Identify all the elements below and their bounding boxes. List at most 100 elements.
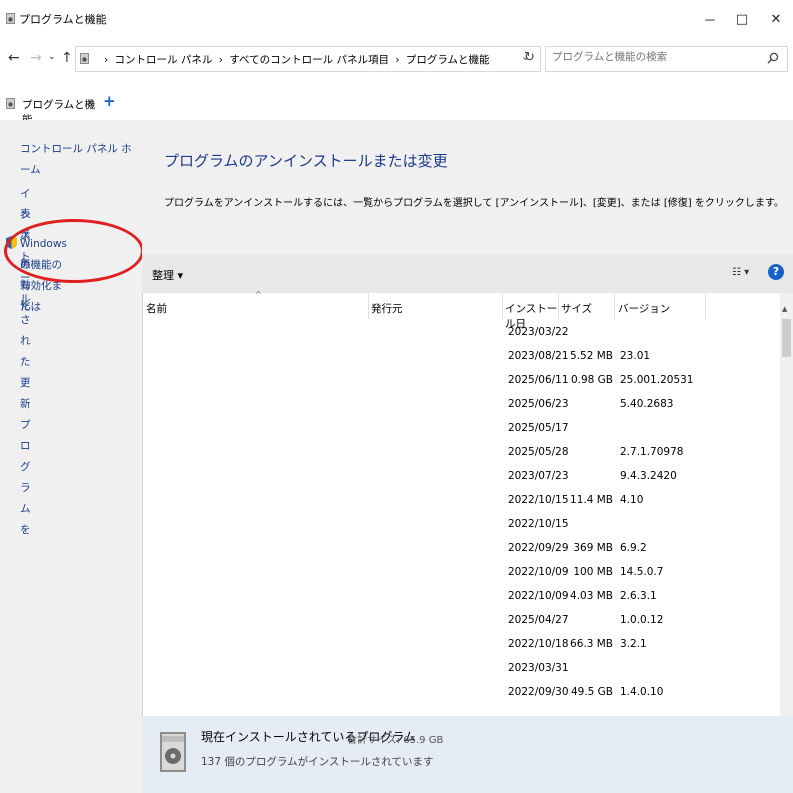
table-row[interactable]: 2022/09/30 49.5 GB 1.4.0.10 (503, 680, 708, 704)
column-header-label: バージョン (618, 303, 671, 315)
column-header-name[interactable]: ^ 名前 (146, 290, 369, 319)
table-row[interactable]: 2023/03/31 (503, 656, 708, 680)
cell-installed-date: 2025/05/17 (508, 422, 569, 434)
table-row[interactable]: 2025/06/23 5.40.2683 (503, 392, 708, 416)
tab-bar: プログラムと機能 x (0, 84, 793, 126)
help-button[interactable]: ? (768, 264, 784, 280)
column-header-label: サイズ (561, 303, 593, 315)
cell-version: 9.4.3.2420 (620, 470, 677, 482)
cell-version: 1.0.0.12 (620, 614, 664, 626)
minimize-button[interactable]: － (693, 0, 727, 38)
total-size-label: 合計サイズ: 65.9 GB (347, 735, 444, 746)
cell-size: 100 MB (573, 566, 613, 578)
programs-tab-icon (6, 98, 15, 109)
table-row[interactable]: 2022/10/18 66.3 MB 3.2.1 (503, 632, 708, 656)
scrollbar-thumb[interactable] (782, 319, 791, 357)
cell-size: 11.4 MB (570, 494, 613, 506)
breadcrumb-control-panel[interactable]: コントロール パネル (115, 54, 213, 66)
cell-installed-date: 2023/03/22 (508, 326, 569, 338)
breadcrumb-separator: › (104, 54, 109, 66)
table-row[interactable]: 2022/09/29 369 MB 6.9.2 (503, 536, 708, 560)
cell-size: 49.5 GB (570, 686, 613, 698)
cell-installed-date: 2022/09/29 (508, 542, 569, 554)
cell-version: 25.001.20531 (620, 374, 694, 386)
list-toolbar: 整理 ▾ ☷ ▾ ? (142, 255, 793, 293)
installed-programs-icon (160, 732, 186, 772)
close-button[interactable]: ✕ (759, 0, 793, 38)
cell-size: 5.52 MB (570, 350, 613, 362)
scroll-up-arrow-icon[interactable]: ▲ (782, 305, 787, 313)
cell-installed-date: 2022/10/09 (508, 566, 569, 578)
cell-version: 5.40.2683 (620, 398, 674, 410)
window-title: プログラムと機能 (19, 13, 107, 26)
page-description: プログラムをアンインストールするには、一覧からプログラムを選択して [アンインス… (164, 198, 784, 209)
cell-size: 0.98 GB (570, 374, 613, 386)
up-button[interactable]: ↑ (61, 50, 73, 66)
redacted-name-publisher-area (148, 320, 504, 716)
breadcrumb-programs[interactable]: プログラムと機能 (406, 54, 490, 66)
cell-installed-date: 2025/06/23 (508, 398, 569, 410)
cell-installed-date: 2025/06/11 (508, 374, 569, 386)
tab-close-button[interactable]: x (87, 97, 93, 108)
breadcrumb-separator: › (395, 54, 400, 66)
search-input[interactable] (552, 51, 752, 63)
table-row[interactable]: 2025/06/11 0.98 GB 25.001.20531 (503, 368, 708, 392)
cell-installed-date: 2025/05/28 (508, 446, 569, 458)
maximize-button[interactable]: □ (725, 0, 759, 38)
cell-installed-date: 2023/03/31 (508, 662, 569, 674)
cell-installed-date: 2023/07/23 (508, 470, 569, 482)
column-header-label: 名前 (146, 303, 167, 315)
sort-ascending-icon: ^ (255, 290, 262, 299)
table-row[interactable]: 2025/04/27 1.0.0.12 (503, 608, 708, 632)
cell-version: 2.7.1.70978 (620, 446, 684, 458)
sidebar-item-control-panel-home[interactable]: コントロール パネル ホーム (20, 139, 142, 181)
table-row[interactable]: 2025/05/28 2.7.1.70978 (503, 440, 708, 464)
search-icon[interactable] (767, 52, 779, 64)
refresh-button[interactable]: ↻ (524, 50, 535, 65)
cell-version: 3.2.1 (620, 638, 647, 650)
cell-installed-date: 2022/09/30 (508, 686, 569, 698)
column-header-label: 発行元 (371, 303, 403, 315)
program-list: ^ 名前 発行元 インストール日 サイズ バージョン 2023/03/22 202… (142, 290, 793, 716)
view-options-button[interactable]: ☷ ▾ (732, 267, 749, 278)
back-button[interactable]: ← (8, 50, 20, 66)
recent-locations-button[interactable]: ⌄ (48, 52, 56, 62)
new-tab-button[interactable]: + (103, 92, 116, 110)
cell-installed-date: 2023/08/21 (508, 350, 569, 362)
cell-size: 66.3 MB (570, 638, 613, 650)
main-header-area (142, 120, 793, 255)
highlight-circle-annotation (4, 219, 144, 283)
breadcrumb-separator: › (218, 54, 223, 66)
tab-programs[interactable]: プログラムと機能 x (0, 88, 98, 126)
column-header-installed-on[interactable]: インストール日 (505, 293, 559, 330)
table-row[interactable]: 2022/10/09 100 MB 14.5.0.7 (503, 560, 708, 584)
table-row[interactable]: 2023/03/22 (503, 320, 708, 344)
cell-version: 1.4.0.10 (620, 686, 664, 698)
programs-folder-icon (80, 53, 89, 64)
search-box[interactable] (545, 46, 788, 72)
cell-version: 23.01 (620, 350, 651, 362)
breadcrumb: › コントロール パネル › すべてのコントロール パネル項目 › プログラムと… (104, 52, 493, 67)
cell-size: 4.03 MB (570, 590, 613, 602)
cell-installed-date: 2022/10/15 (508, 518, 569, 530)
table-row[interactable]: 2022/10/15 (503, 512, 708, 536)
page-title: プログラムのアンインストールまたは変更 (164, 152, 448, 170)
cell-version: 14.5.0.7 (620, 566, 664, 578)
column-header-version[interactable]: バージョン (618, 293, 706, 319)
cell-version: 6.9.2 (620, 542, 647, 554)
organize-button[interactable]: 整理 ▾ (152, 267, 183, 283)
breadcrumb-all-items[interactable]: すべてのコントロール パネル項目 (229, 54, 389, 66)
table-row[interactable]: 2022/10/09 4.03 MB 2.6.3.1 (503, 584, 708, 608)
table-row[interactable]: 2022/10/15 11.4 MB 4.10 (503, 488, 708, 512)
table-row[interactable]: 2023/08/21 5.52 MB 23.01 (503, 344, 708, 368)
column-header-size[interactable]: サイズ (561, 293, 615, 319)
table-row[interactable]: 2025/05/17 (503, 416, 708, 440)
table-row[interactable]: 2023/07/23 9.4.3.2420 (503, 464, 708, 488)
vertical-scrollbar[interactable]: ▲ (780, 293, 793, 716)
details-pane: 現在インストールされているプログラム 合計サイズ: 65.9 GB 137 個の… (142, 716, 793, 793)
title-bar: プログラムと機能 － □ ✕ (0, 0, 793, 38)
cell-installed-date: 2022/10/18 (508, 638, 569, 650)
cell-version: 2.6.3.1 (620, 590, 657, 602)
forward-button[interactable]: → (30, 50, 42, 66)
column-header-publisher[interactable]: 発行元 (371, 293, 503, 319)
